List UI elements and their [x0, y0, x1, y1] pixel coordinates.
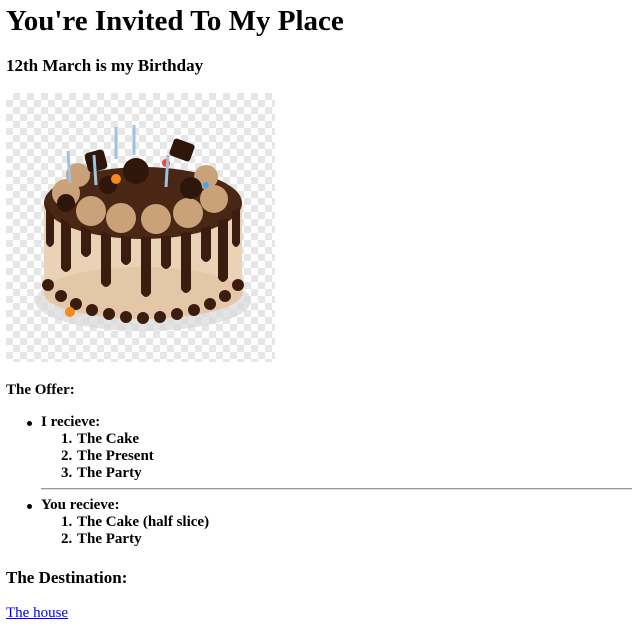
bullet-icon	[27, 421, 32, 426]
offer-item: The Party	[77, 465, 142, 481]
birthday-subtitle: 12th March is my Birthday	[6, 56, 204, 75]
offer-sublist: 1. The Cake (half slice) 2. The Party	[41, 514, 209, 548]
list-item: You recieve: 1. The Cake (half slice) 2. T…	[27, 497, 209, 548]
bullet-icon	[27, 504, 32, 509]
offer-group-label: I recieve:	[41, 414, 101, 430]
birthday-cake-image	[6, 93, 275, 362]
list-item: 1. The Cake (half slice)	[61, 514, 210, 530]
offer-item: The Present	[77, 448, 154, 464]
list-item: I recieve: 1. The Cake 2. The Present 3. Th…	[27, 414, 154, 482]
offer-sublist: 1. The Cake 2. The Present 3. The Party	[41, 431, 154, 482]
list-item: 2. The Present	[61, 448, 154, 464]
offer-item: The Party	[77, 531, 142, 547]
house-link[interactable]: The house	[6, 604, 68, 622]
offer-heading: The Offer:	[6, 382, 75, 398]
page-title: You're Invited To My Place	[6, 5, 344, 37]
offer-item: The Cake (half slice)	[77, 514, 210, 530]
list-item: 2. The Party	[61, 531, 142, 547]
horizontal-divider	[41, 488, 632, 490]
destination-heading: The Destination:	[6, 568, 128, 587]
list-item: 1. The Cake	[61, 431, 140, 447]
offer-item: The Cake	[77, 431, 140, 447]
list-item: 3. The Party	[61, 465, 142, 481]
offer-group-label: You recieve:	[41, 497, 120, 513]
